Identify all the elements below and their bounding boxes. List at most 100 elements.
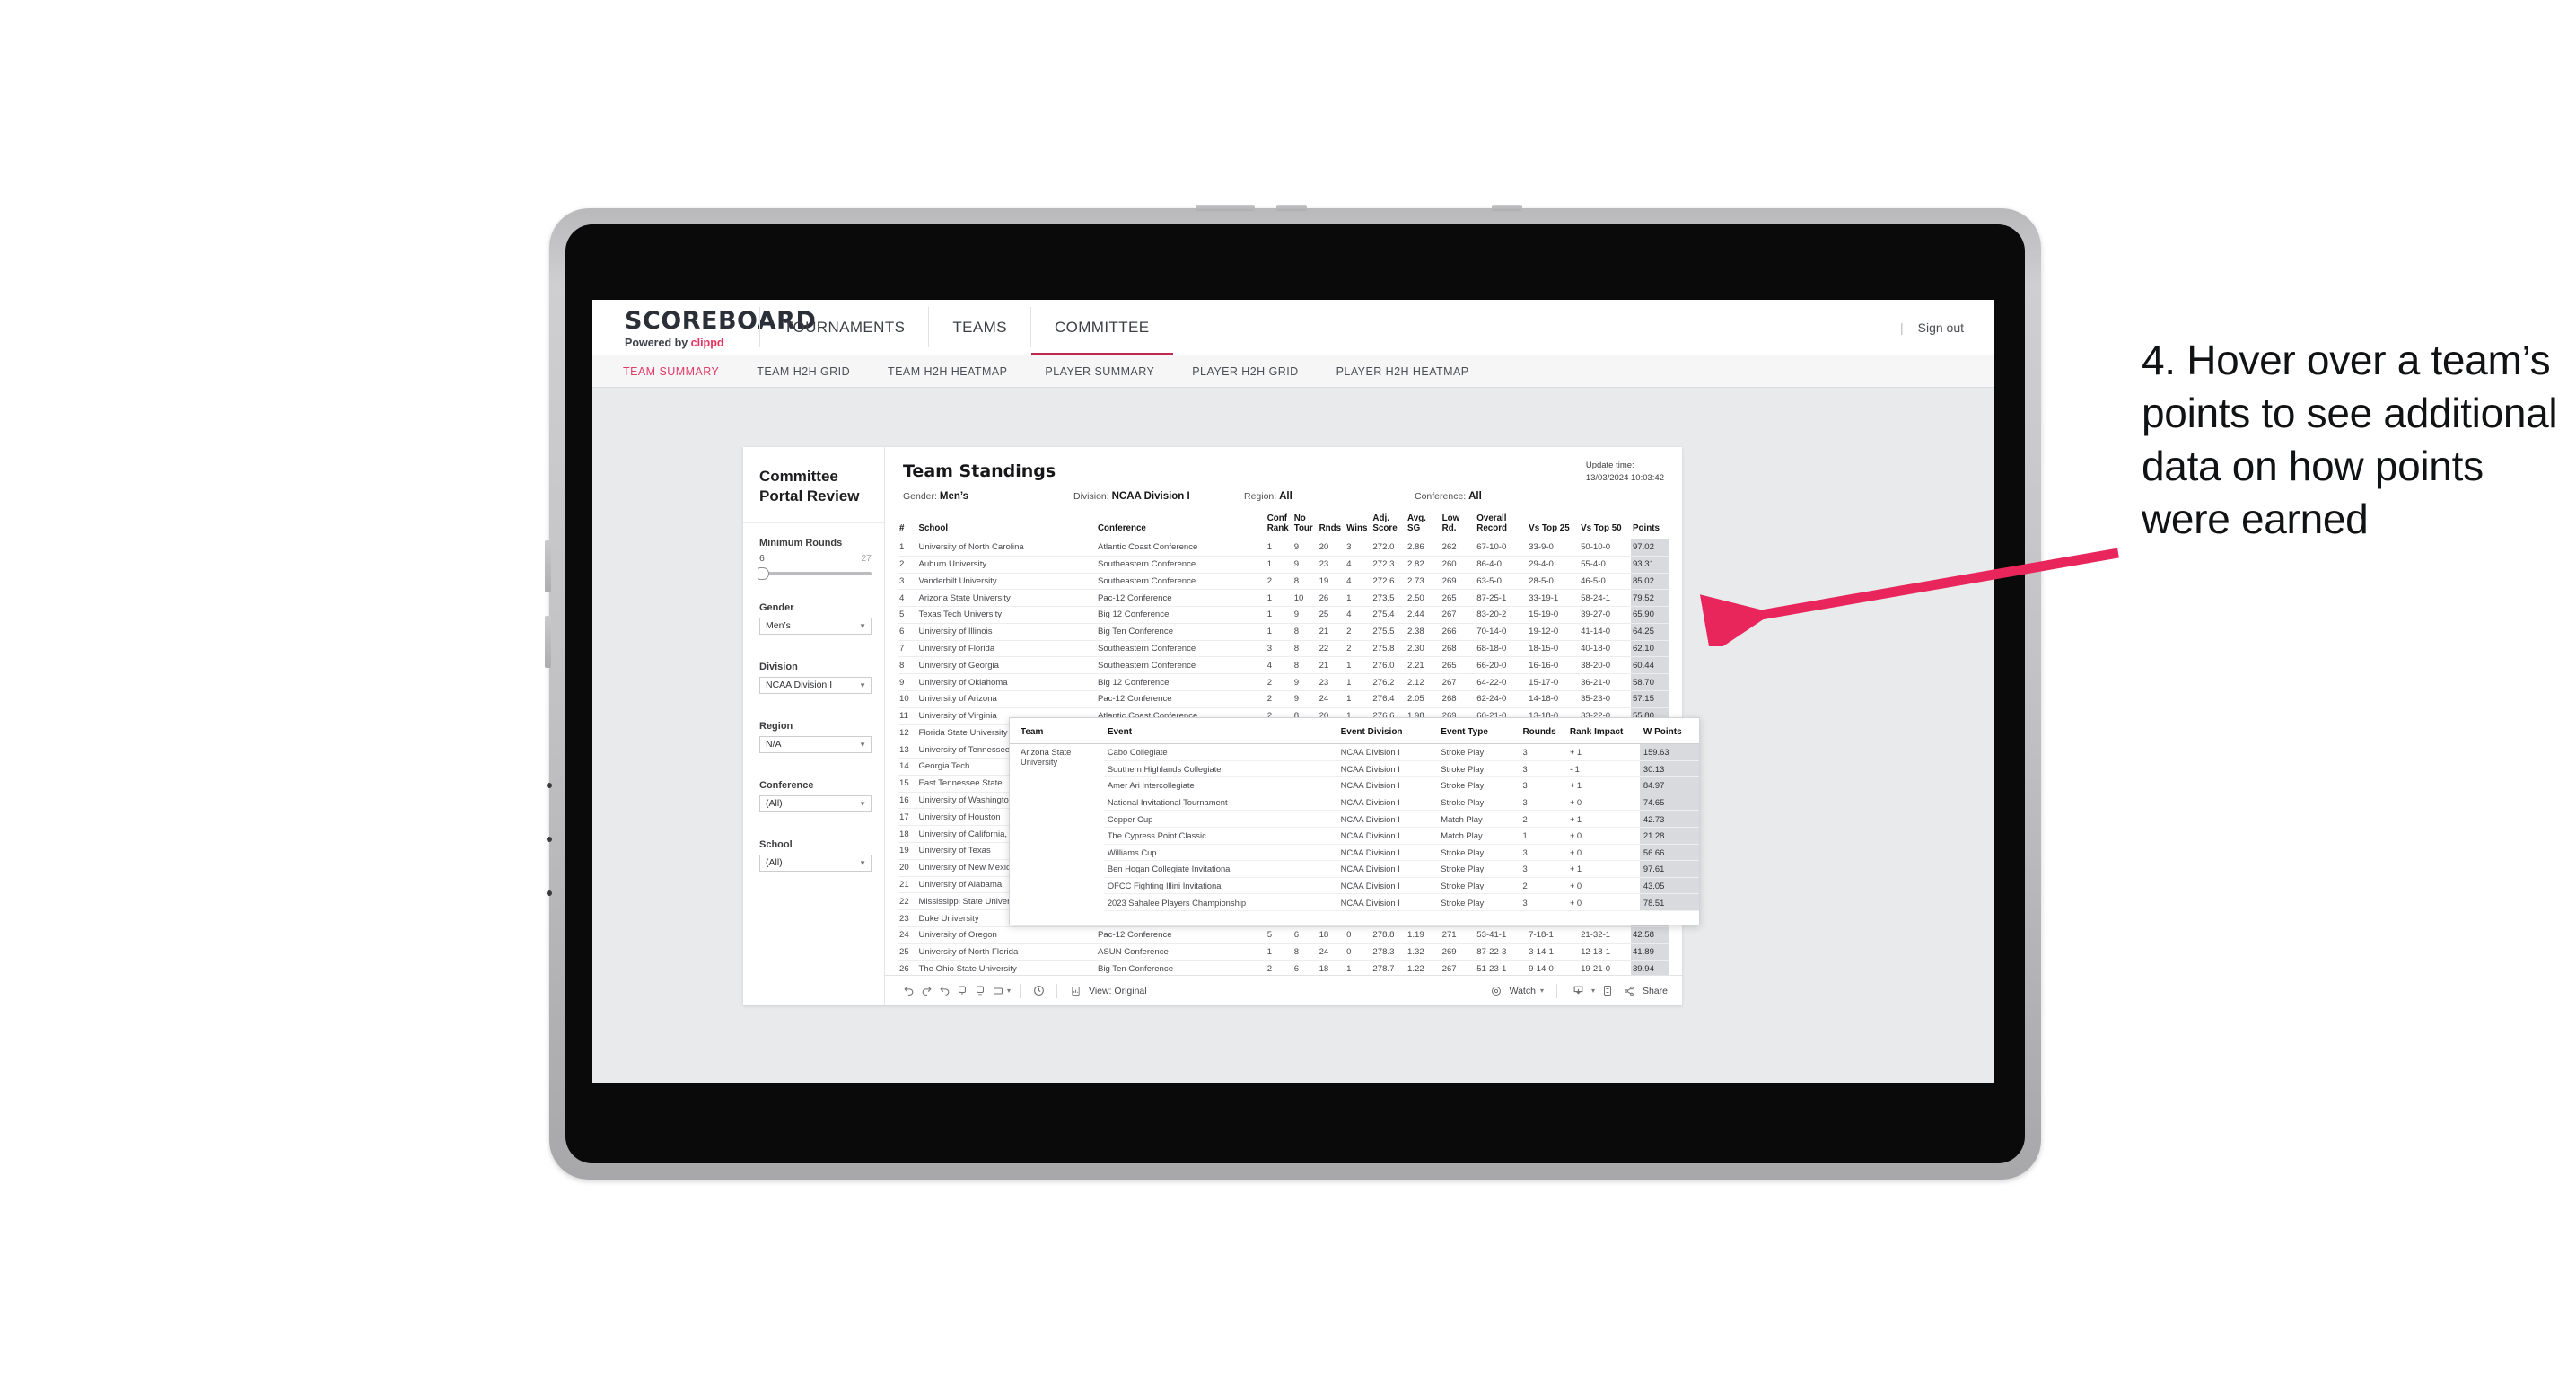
row-vs25: 7-18-1 <box>1527 926 1580 944</box>
toolbar-right-group: Watch ▾ ▾ Share <box>1487 982 1668 1000</box>
watch-button[interactable]: Watch ▾ <box>1487 982 1544 1000</box>
col-vs-top-25[interactable]: Vs Top 25 <box>1527 513 1580 539</box>
brand-logo[interactable]: SCOREBOARD Powered by clippd <box>592 300 816 355</box>
history-icon[interactable] <box>1030 982 1047 1000</box>
col-points[interactable]: Points <box>1630 513 1669 539</box>
row-rank: 12 <box>898 724 917 742</box>
chevron-down-icon[interactable]: ▾ <box>1007 987 1011 995</box>
signout-link[interactable]: Sign out <box>1918 320 1964 335</box>
revert-icon[interactable] <box>935 982 953 1000</box>
col-school[interactable]: School <box>916 513 1096 539</box>
fullscreen-icon[interactable] <box>1599 982 1617 1000</box>
tab-team-h2h-grid[interactable]: TEAM H2H GRID <box>757 365 872 378</box>
gender-value: Men’s <box>766 620 791 631</box>
pause-icon[interactable] <box>971 982 989 1000</box>
device-layout-icon[interactable] <box>989 982 1007 1000</box>
row-points[interactable]: 42.58 <box>1630 926 1669 944</box>
col-conference[interactable]: Conference <box>1095 513 1266 539</box>
col-rank[interactable]: # <box>898 513 917 539</box>
table-row[interactable]: 1 University of North Carolina Atlantic Co… <box>898 538 1669 557</box>
nav-item-teams[interactable]: TEAMS <box>929 300 1030 355</box>
row-points[interactable]: 85.02 <box>1630 573 1669 591</box>
row-rank: 5 <box>898 606 917 624</box>
row-rnds: 26 <box>1317 589 1345 608</box>
row-points[interactable]: 62.10 <box>1630 640 1669 658</box>
table-row[interactable]: 24 University of Oregon Pac-12 Conference 5… <box>898 926 1669 944</box>
row-points[interactable]: 41.89 <box>1630 943 1669 961</box>
table-row[interactable]: 7 University of Florida Southeastern Confe… <box>898 640 1669 658</box>
table-row[interactable]: 3 Vanderbilt University Southeastern Confe… <box>898 573 1669 591</box>
tooltip-event: Cabo Collegiate <box>1103 743 1337 761</box>
volume-down-button[interactable] <box>545 616 551 668</box>
tab-team-h2h-heatmap[interactable]: TEAM H2H HEATMAP <box>888 365 1029 378</box>
row-points[interactable]: 65.90 <box>1630 606 1669 624</box>
minimum-rounds-slider[interactable] <box>758 566 872 580</box>
tab-player-summary[interactable]: PLAYER SUMMARY <box>1045 365 1176 378</box>
region-select[interactable]: N/A ▼ <box>759 735 872 753</box>
col-rnds[interactable]: Rnds <box>1317 513 1345 539</box>
nav-item-tournaments[interactable]: TOURNAMENTS <box>760 300 928 355</box>
school-label: School <box>759 838 793 850</box>
chevron-down-icon[interactable]: ▾ <box>1540 987 1544 995</box>
row-points[interactable]: 57.15 <box>1630 690 1669 708</box>
row-low-rd: 269 <box>1440 943 1476 961</box>
row-points[interactable]: 97.02 <box>1630 538 1669 557</box>
refresh-icon[interactable] <box>953 982 971 1000</box>
view-original-button[interactable]: View: Original <box>1066 982 1147 1000</box>
table-row[interactable]: 25 University of North Florida ASUN Confer… <box>898 943 1669 961</box>
col-avg-sg[interactable]: Avg. SG <box>1406 513 1441 539</box>
col-wins[interactable]: Wins <box>1345 513 1371 539</box>
share-button[interactable]: Share <box>1620 982 1668 1000</box>
row-wins: 4 <box>1345 606 1371 624</box>
conference-select[interactable]: (All) ▼ <box>759 794 872 812</box>
row-vs25: 28-5-0 <box>1527 573 1580 591</box>
tab-player-h2h-heatmap[interactable]: PLAYER H2H HEATMAP <box>1336 365 1491 378</box>
table-header-row: # School Conference Conf Rank No Tour Rn… <box>898 513 1669 539</box>
table-row[interactable]: 6 University of Illinois Big Ten Conferenc… <box>898 623 1669 641</box>
col-adj-score[interactable]: Adj. Score <box>1371 513 1406 539</box>
table-row[interactable]: 10 University of Arizona Pac-12 Conference… <box>898 690 1669 708</box>
row-vs25: 15-17-0 <box>1527 673 1580 691</box>
row-points[interactable]: 58.70 <box>1630 673 1669 691</box>
division-select[interactable]: NCAA Division I ▼ <box>759 676 872 694</box>
col-low-rd[interactable]: Low Rd. <box>1440 513 1476 539</box>
tooltip-event-type: Stroke Play <box>1437 877 1520 895</box>
tab-player-h2h-grid[interactable]: PLAYER H2H GRID <box>1192 365 1319 378</box>
row-rank: 13 <box>898 741 917 759</box>
table-row[interactable]: 2 Auburn University Southeastern Conferenc… <box>898 556 1669 574</box>
download-icon[interactable] <box>1570 982 1588 1000</box>
row-adj-score: 273.5 <box>1371 589 1406 608</box>
table-row[interactable]: 4 Arizona State University Pac-12 Conferen… <box>898 589 1669 608</box>
gender-select[interactable]: Men’s ▼ <box>759 617 872 635</box>
row-low-rd: 265 <box>1440 656 1476 675</box>
table-row[interactable]: 9 University of Oklahoma Big 12 Conference… <box>898 673 1669 691</box>
col-conf-rank[interactable]: Conf Rank <box>1265 513 1292 539</box>
col-no-tour[interactable]: No Tour <box>1292 513 1318 539</box>
table-row[interactable]: 5 Texas Tech University Big 12 Conference 1… <box>898 606 1669 624</box>
row-overall: 86-4-0 <box>1475 556 1528 574</box>
row-points[interactable]: 93.31 <box>1630 556 1669 574</box>
row-vs50: 55-4-0 <box>1579 556 1631 574</box>
row-conference: Pac-12 Conference <box>1095 589 1266 608</box>
row-overall: 67-10-0 <box>1475 538 1528 557</box>
row-points[interactable]: 64.25 <box>1630 623 1669 641</box>
redo-icon[interactable] <box>917 982 935 1000</box>
undo-icon[interactable] <box>899 982 917 1000</box>
row-vs50: 50-10-0 <box>1579 538 1631 557</box>
col-overall-record[interactable]: Overall Record <box>1475 513 1528 539</box>
nav-item-committee[interactable]: COMMITTEE <box>1030 300 1173 355</box>
top-button-3[interactable] <box>1492 205 1522 211</box>
tab-team-summary[interactable]: TEAM SUMMARY <box>623 365 740 378</box>
power-button[interactable] <box>1196 205 1255 211</box>
row-points[interactable]: 79.52 <box>1630 589 1669 608</box>
row-points[interactable]: 60.44 <box>1630 656 1669 675</box>
tip-col-event: Event <box>1103 718 1337 744</box>
col-vs-top-50[interactable]: Vs Top 50 <box>1579 513 1631 539</box>
top-button-2[interactable] <box>1276 205 1307 211</box>
slider-handle[interactable] <box>758 566 769 580</box>
row-no-tour: 9 <box>1292 556 1318 574</box>
school-select[interactable]: (All) ▼ <box>759 854 872 872</box>
table-row[interactable]: 8 University of Georgia Southeastern Confe… <box>898 656 1669 675</box>
chevron-down-icon[interactable]: ▾ <box>1591 987 1595 995</box>
volume-up-button[interactable] <box>545 540 551 592</box>
